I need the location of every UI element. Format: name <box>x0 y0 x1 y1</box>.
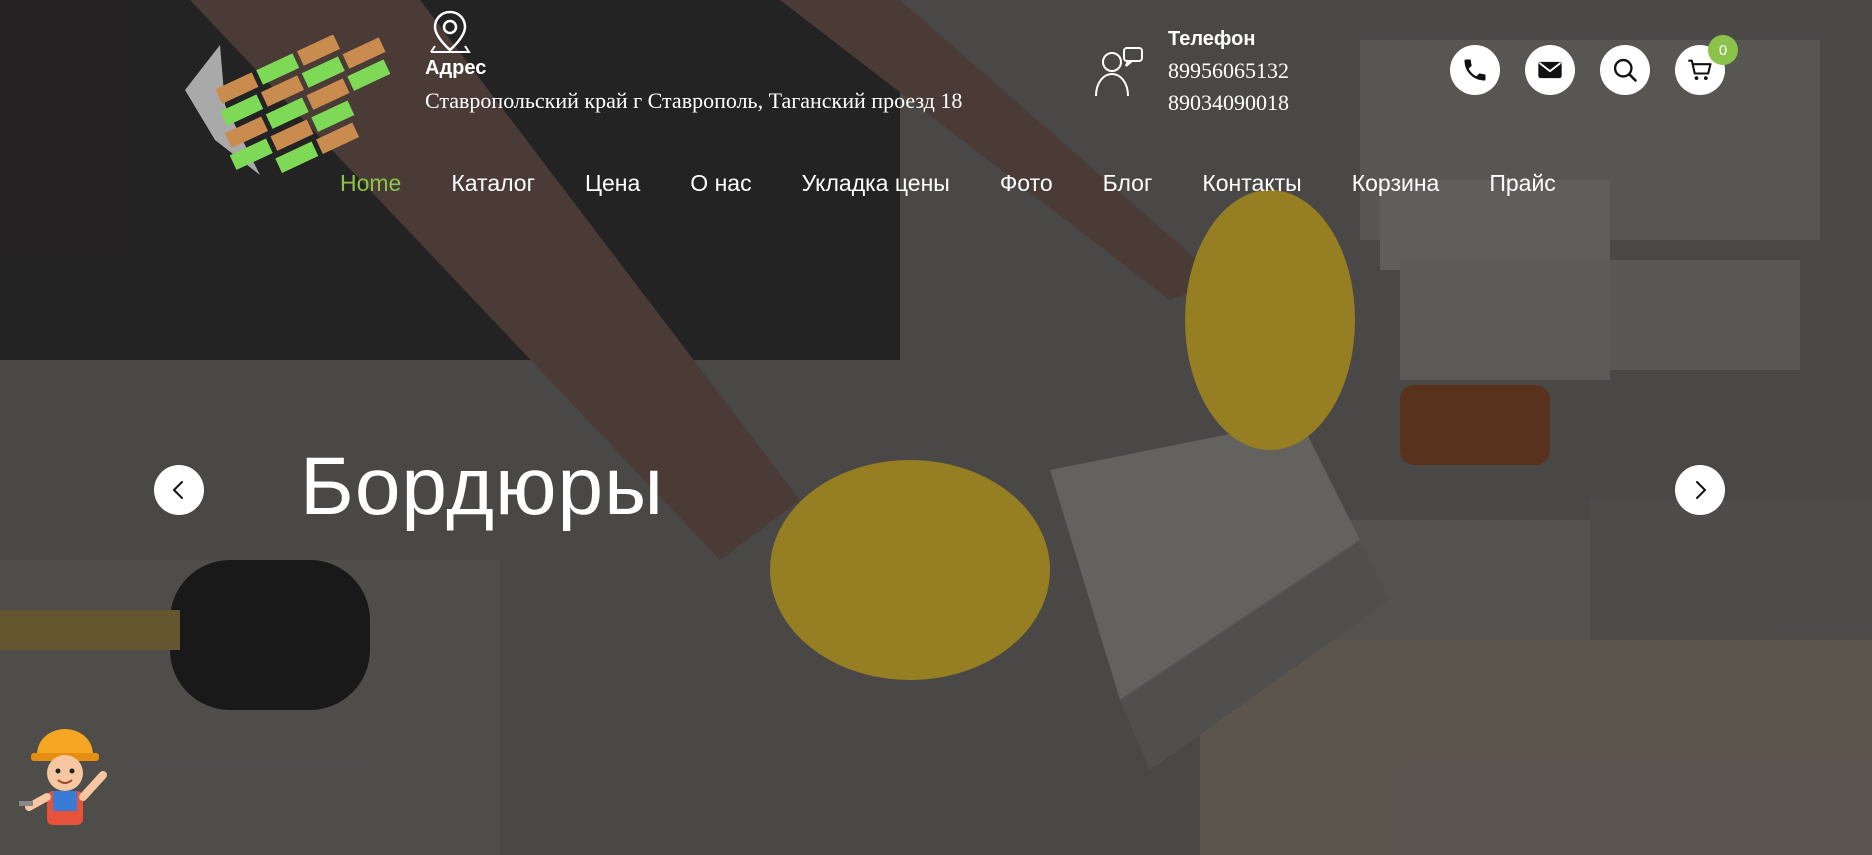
brick-logo-icon <box>185 34 391 175</box>
slider-prev-button[interactable] <box>154 465 204 515</box>
search-button[interactable] <box>1600 45 1650 95</box>
address-title: Адрес <box>425 57 487 79</box>
nav-item-about[interactable]: О нас <box>690 170 751 197</box>
phone-title: Телефон <box>1168 28 1256 50</box>
search-icon <box>1613 58 1637 82</box>
mail-icon <box>1538 61 1562 79</box>
nav-item-photo[interactable]: Фото <box>1000 170 1053 197</box>
call-button[interactable] <box>1450 45 1500 95</box>
nav-item-pricelist[interactable]: Прайс <box>1489 170 1555 197</box>
operator-icon <box>1090 44 1145 99</box>
phone-icon <box>1464 59 1486 81</box>
main-nav: Home Каталог Цена О нас Укладка цены Фот… <box>340 170 1606 197</box>
nav-item-contacts[interactable]: Контакты <box>1202 170 1301 197</box>
chevron-left-icon <box>172 481 183 499</box>
address-text: Ставропольский край г Ставрополь, Таганс… <box>425 88 963 113</box>
slide-title: Бордюры <box>300 441 665 532</box>
nav-item-price[interactable]: Цена <box>585 170 640 197</box>
phone-number-1[interactable]: 89956065132 <box>1168 58 1289 84</box>
cart-count-badge: 0 <box>1708 35 1738 65</box>
nav-item-home[interactable]: Home <box>340 170 401 197</box>
map-pin-icon <box>425 8 475 58</box>
slider-next-button[interactable] <box>1675 465 1725 515</box>
site-logo[interactable] <box>175 34 420 180</box>
nav-item-cart[interactable]: Корзина <box>1352 170 1440 197</box>
nav-item-catalog[interactable]: Каталог <box>451 170 535 197</box>
builder-mascot[interactable] <box>15 725 115 835</box>
email-button[interactable] <box>1525 45 1575 95</box>
builder-mascot-icon <box>19 729 107 825</box>
chevron-right-icon <box>1696 481 1707 499</box>
cart-icon <box>1688 59 1712 81</box>
nav-item-laying-price[interactable]: Укладка цены <box>802 170 950 197</box>
nav-item-blog[interactable]: Блог <box>1103 170 1153 197</box>
phone-number-2[interactable]: 89034090018 <box>1168 90 1289 116</box>
